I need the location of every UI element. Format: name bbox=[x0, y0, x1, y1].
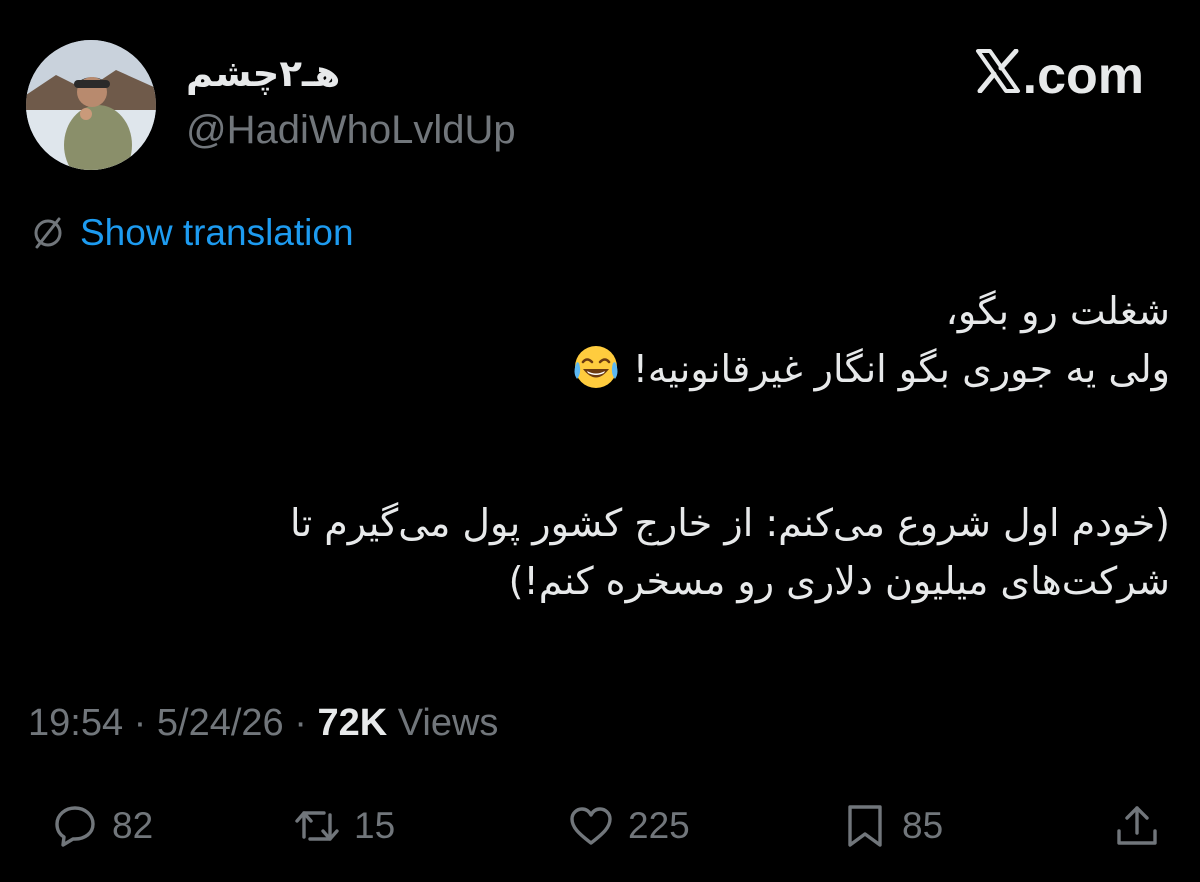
meta-separator: · bbox=[283, 702, 318, 744]
tweet-line: ولی یه جوری بگو انگار غیرقانونیه! bbox=[70, 340, 1170, 398]
bookmark-button[interactable]: 85 bbox=[842, 796, 943, 856]
reply-icon bbox=[55, 806, 95, 847]
reply-count: 82 bbox=[112, 805, 154, 846]
avatar[interactable] bbox=[26, 40, 156, 170]
author-display-name[interactable]: هـ۲چشم bbox=[186, 52, 340, 95]
views-count[interactable]: 72K bbox=[317, 702, 387, 744]
tweet-date[interactable]: 5/24/26 bbox=[157, 702, 284, 744]
face-with-tears-of-joy-icon bbox=[571, 342, 621, 392]
show-translation-link[interactable]: Show translation bbox=[80, 212, 354, 254]
tweet-line-text: ولی یه جوری بگو انگار غیرقانونیه! bbox=[632, 347, 1170, 391]
bookmark-count: 85 bbox=[902, 805, 944, 846]
globe-icon bbox=[34, 217, 62, 249]
tweet-meta: 19:54 · 5/24/26 · 72K Views bbox=[28, 702, 498, 745]
repost-button[interactable]: 15 bbox=[294, 796, 395, 856]
meta-separator: · bbox=[123, 702, 157, 744]
avatar-photo bbox=[26, 40, 156, 170]
author-handle[interactable]: @HadiWhoLvldUp bbox=[186, 108, 516, 153]
action-bar: 82 15 225 85 bbox=[0, 796, 1200, 856]
tweet-line: شغلت رو بگو، bbox=[945, 289, 1170, 333]
site-logo: .com bbox=[975, 46, 1144, 106]
like-count: 225 bbox=[628, 805, 690, 846]
x-logo-icon bbox=[975, 46, 1021, 106]
tweet-time[interactable]: 19:54 bbox=[28, 702, 123, 744]
tweet-line: شرکت‌های میلیون دلاری رو مسخره کنم!) bbox=[508, 559, 1170, 603]
translate-row[interactable]: Show translation bbox=[28, 210, 354, 256]
share-icon bbox=[1117, 806, 1157, 845]
bookmark-icon bbox=[848, 805, 882, 847]
repost-count: 15 bbox=[354, 805, 396, 846]
share-button[interactable] bbox=[1114, 796, 1160, 856]
reply-button[interactable]: 82 bbox=[52, 796, 153, 856]
tweet-line: (خودم اول شروع می‌کنم: از خارج کشور پول … bbox=[289, 501, 1170, 545]
like-button[interactable]: 225 bbox=[568, 796, 690, 856]
tweet-text: شغلت رو بگو، ولی یه جوری بگو انگار غیرقا… bbox=[70, 282, 1170, 610]
site-logo-text: .com bbox=[1022, 47, 1144, 105]
repost-icon bbox=[295, 811, 339, 841]
views-label: Views bbox=[387, 702, 499, 744]
heart-icon bbox=[570, 807, 612, 845]
